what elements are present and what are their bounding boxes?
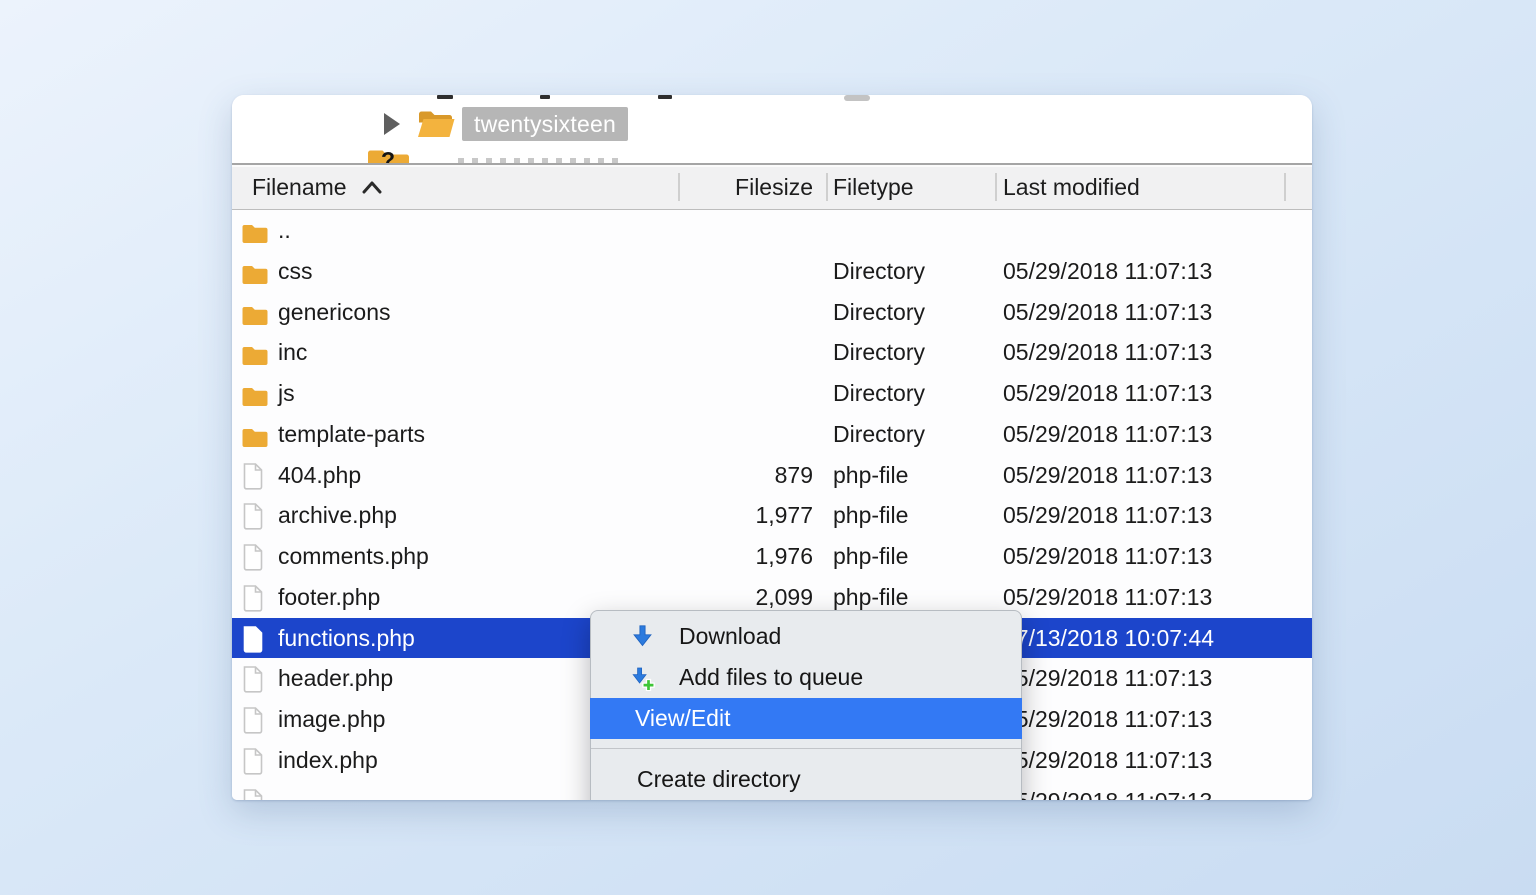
file-type: Directory: [833, 373, 925, 414]
menu-item-add-files-to-queue[interactable]: Add files to queue: [591, 657, 1021, 698]
file-modified: 05/29/2018 11:07:13: [1003, 658, 1212, 699]
file-type: php-file: [833, 495, 908, 536]
file-type: php-file: [833, 536, 908, 577]
file-modified: 05/29/2018 11:07:13: [1003, 781, 1212, 801]
file-size: 1,976: [678, 536, 813, 577]
file-modified: 05/29/2018 11:07:13: [1003, 414, 1212, 455]
menu-item-view-edit[interactable]: View/Edit: [590, 698, 1022, 739]
question-folder-icon[interactable]: ?: [366, 147, 412, 165]
file-modified: 05/29/2018 11:07:13: [1003, 699, 1212, 740]
file-type: php-file: [833, 455, 908, 496]
file-row[interactable]: comments.php 1,976 php-file 05/29/2018 11:0…: [232, 536, 1312, 577]
file-name: ..: [278, 210, 291, 251]
cropped-text-fragment: [844, 95, 870, 101]
file-row[interactable]: ..: [232, 210, 1312, 251]
menu-item-download[interactable]: Download: [591, 616, 1021, 657]
file-name: 404.php: [278, 455, 361, 496]
tree-item-twentysixteen[interactable]: twentysixteen: [384, 105, 628, 143]
column-divider[interactable]: [995, 173, 997, 201]
file-name: image.php: [278, 699, 385, 740]
file-row[interactable]: archive.php 1,977 php-file 05/29/2018 11:07…: [232, 495, 1312, 536]
file-icon: [241, 788, 264, 801]
file-type: Directory: [833, 414, 925, 455]
file-name: inc: [278, 332, 307, 373]
file-size: 1,977: [678, 495, 813, 536]
file-name: functions.php: [278, 618, 415, 659]
file-modified: 05/29/2018 11:07:13: [1003, 373, 1212, 414]
file-row[interactable]: 404.php 879 php-file 05/29/2018 11:07:13: [232, 455, 1312, 496]
file-row[interactable]: inc Directory 05/29/2018 11:07:13: [232, 332, 1312, 373]
menu-item-create-directory[interactable]: Create directory: [591, 759, 1021, 800]
cropped-text-fragment: [540, 95, 550, 99]
file-modified: 05/29/2018 11:07:13: [1003, 332, 1212, 373]
file-manager-window: twentysixteen ? Filename Filesize Filety…: [232, 95, 1312, 800]
column-header-modified[interactable]: Last modified: [1003, 165, 1140, 209]
file-modified: 05/29/2018 11:07:13: [1003, 577, 1212, 618]
sort-ascending-icon: [361, 180, 383, 194]
file-modified: 07/13/2018 10:07:44: [1003, 618, 1214, 659]
question-mark-glyph: ?: [381, 147, 395, 165]
file-name: css: [278, 251, 313, 292]
tree-selected-label[interactable]: twentysixteen: [462, 107, 628, 141]
cropped-text-fragment: [658, 95, 672, 99]
file-modified: 05/29/2018 11:07:13: [1003, 251, 1212, 292]
file-name: template-parts: [278, 414, 425, 455]
column-header-filesize[interactable]: Filesize: [678, 165, 813, 209]
column-divider[interactable]: [826, 173, 828, 201]
file-row[interactable]: css Directory 05/29/2018 11:07:13: [232, 251, 1312, 292]
open-folder-icon: [416, 108, 456, 140]
file-modified: 05/29/2018 11:07:13: [1003, 455, 1212, 496]
disclosure-triangle-icon[interactable]: [384, 113, 400, 135]
menu-item-label: Create directory: [637, 766, 801, 793]
context-menu: Download Add files to queue View/Edit Creat…: [590, 610, 1022, 800]
remote-tree-pane: twentysixteen ?: [232, 95, 1312, 165]
file-size: 879: [678, 455, 813, 496]
file-name: archive.php: [278, 495, 397, 536]
column-header-filetype[interactable]: Filetype: [833, 165, 914, 209]
menu-separator: [591, 739, 1021, 759]
menu-item-label: Download: [679, 623, 781, 650]
file-name: comments.php: [278, 536, 429, 577]
file-name: genericons: [278, 292, 391, 333]
file-modified: 05/29/2018 11:07:13: [1003, 292, 1212, 333]
cropped-text-fragment: [437, 95, 453, 99]
file-modified: 05/29/2018 11:07:13: [1003, 536, 1212, 577]
file-name: header.php: [278, 658, 393, 699]
file-row[interactable]: template-parts Directory 05/29/2018 11:07:…: [232, 414, 1312, 455]
file-name: footer.php: [278, 577, 380, 618]
file-row[interactable]: js Directory 05/29/2018 11:07:13: [232, 373, 1312, 414]
cropped-text-fragment: [458, 158, 618, 163]
menu-item-label: View/Edit: [635, 705, 730, 732]
file-type: Directory: [833, 251, 925, 292]
file-name: js: [278, 373, 295, 414]
file-modified: 05/29/2018 11:07:13: [1003, 740, 1212, 781]
file-type: Directory: [833, 292, 925, 333]
file-row[interactable]: genericons Directory 05/29/2018 11:07:13: [232, 292, 1312, 333]
download-icon: [629, 623, 656, 656]
column-header-filename[interactable]: Filename: [252, 165, 383, 209]
column-divider[interactable]: [1284, 173, 1286, 201]
menu-item-label: Add files to queue: [679, 664, 863, 691]
file-list-header: Filename Filesize Filetype Last modified: [232, 165, 1312, 210]
file-modified: 05/29/2018 11:07:13: [1003, 495, 1212, 536]
file-type: Directory: [833, 332, 925, 373]
file-name: index.php: [278, 740, 378, 781]
column-header-filename-label: Filename: [252, 165, 347, 209]
column-divider[interactable]: [678, 173, 680, 201]
add-queue-icon: [629, 664, 656, 697]
